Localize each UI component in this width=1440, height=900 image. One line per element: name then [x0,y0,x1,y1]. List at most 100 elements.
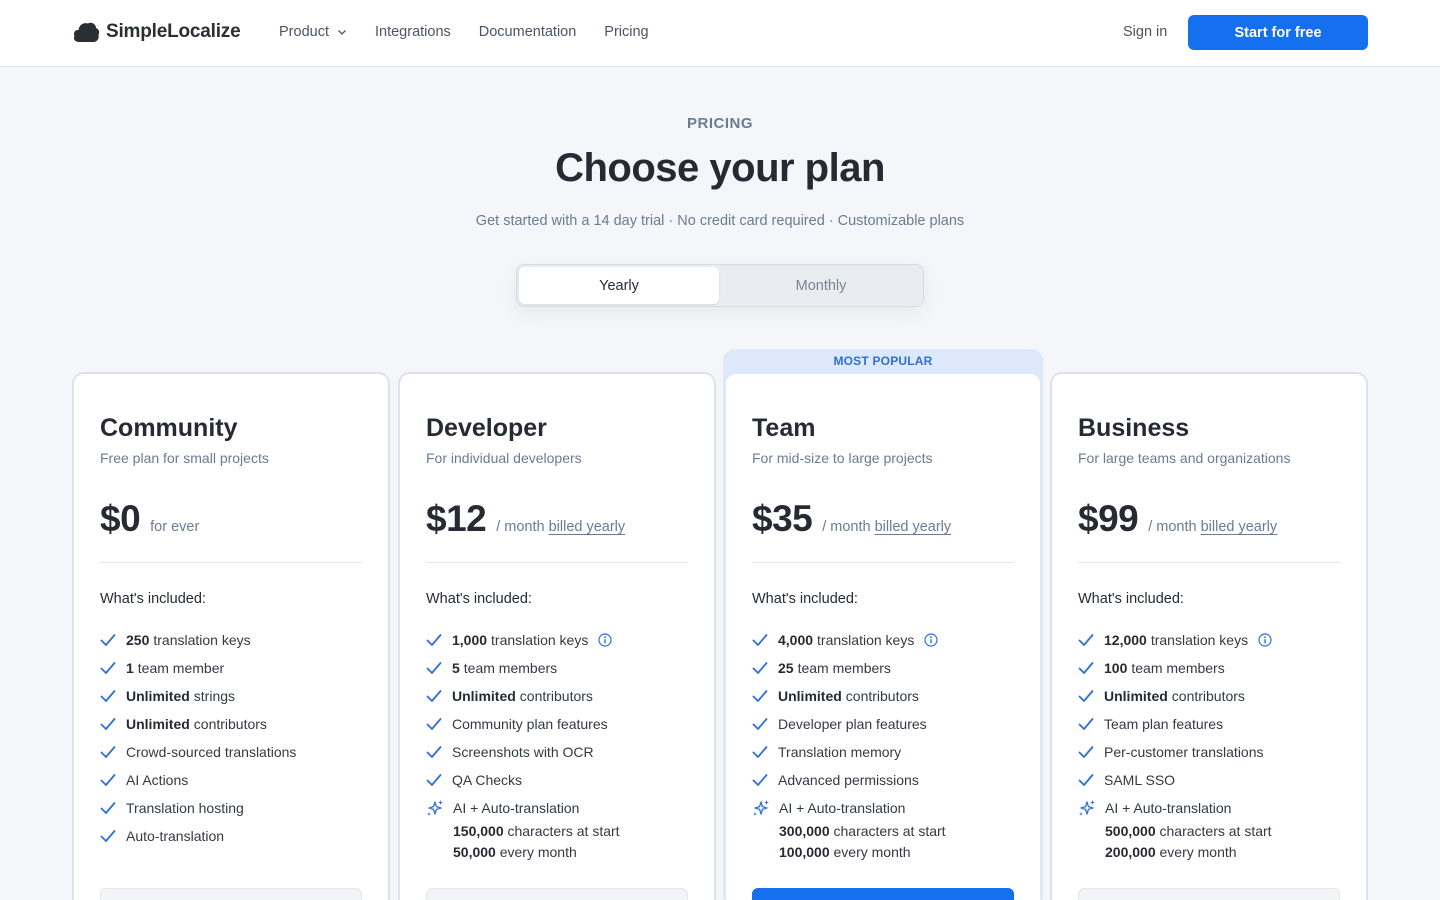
plan-name: Business [1078,414,1190,442]
plan-name: Developer [426,414,547,442]
feature-text: translation keys [817,632,915,648]
sign-in-link[interactable]: Sign in [1123,24,1167,40]
plan-card-developer: Developer For individual developers $12 / m… [398,372,716,900]
billed-yearly-link[interactable]: billed yearly [549,519,626,535]
nav-pricing[interactable]: Pricing [604,24,648,40]
ai-feature-line: AI + Auto-translation [426,795,620,821]
feature-highlight: Unlimited [126,688,190,704]
ai-start-characters: 500,000 characters at start [1105,821,1272,842]
feature-text: Screenshots with OCR [452,744,594,760]
feature-highlight: 5 [452,660,460,676]
feature-text: Auto-translation [126,828,225,844]
info-icon[interactable] [598,633,612,647]
check-icon [752,634,768,646]
ai-start-text: characters at start [507,823,620,839]
billed-yearly-link[interactable]: billed yearly [875,519,952,535]
plan-cta-button-developer[interactable] [426,888,688,900]
feature-item: 5 team members [426,654,612,682]
sparkles-icon [753,800,769,816]
check-icon [100,746,116,758]
top-navbar: SimpleLocalize Product Integrations Docu… [0,0,1440,67]
feature-text: strings [193,688,236,704]
check-icon [426,746,442,758]
divider [752,562,1014,563]
check-icon [1078,746,1094,758]
ai-monthly-amount: 200,000 [1105,844,1156,860]
brand-name: SimpleLocalize [106,21,241,42]
feature-text: team members [1131,660,1225,676]
info-icon[interactable] [1258,633,1272,647]
divider [426,562,688,563]
ai-start-characters: 300,000 characters at start [779,821,946,842]
plan-card-team: Team For mid-size to large projects $35 / m… [724,372,1042,900]
ai-monthly-text: every month [499,844,577,860]
section-eyebrow: PRICING [686,115,753,132]
toggle-monthly[interactable]: Monthly [721,267,921,304]
plan-price: $12 [426,498,487,539]
brand-logo[interactable]: SimpleLocalize [72,20,241,44]
feature-text: Team plan features [1104,716,1224,732]
feature-item: Team plan features [1078,710,1272,738]
plan-card-community: Community Free plan for small projects $0 f… [72,372,390,900]
ai-start-amount: 150,000 [453,823,504,839]
feature-item: Advanced permissions [752,766,938,794]
ai-feature-line: AI + Auto-translation [1078,795,1272,821]
price-row: $99 / month billed yearly [1078,498,1277,540]
check-icon [752,774,768,786]
feature-highlight: Unlimited [778,688,842,704]
feature-list: 4,000 translation keys 25 team members Unlim… [752,626,938,794]
check-icon [100,690,116,702]
feature-highlight: 12,000 [1104,632,1147,648]
feature-item: QA Checks [426,766,612,794]
billed-yearly-link[interactable]: billed yearly [1201,519,1278,535]
feature-highlight: 100 [1104,660,1128,676]
feature-text: Advanced permissions [778,772,919,788]
ai-start-text: characters at start [833,823,946,839]
plan-description: For large teams and organizations [1078,450,1291,466]
nav-integrations[interactable]: Integrations [375,24,451,40]
check-icon [752,718,768,730]
feature-text: team members [463,660,558,676]
plan-cta-button-business[interactable] [1078,888,1340,900]
feature-text: AI Actions [126,772,189,788]
whats-included-label: What's included: [1078,591,1184,607]
feature-text: Per-customer translations [1104,744,1264,760]
nav-product[interactable]: Product [279,24,347,40]
feature-item: AI Actions [100,766,296,794]
check-icon [426,662,442,674]
feature-text: translation keys [153,632,251,648]
feature-text: QA Checks [452,772,523,788]
feature-highlight: 1 [126,660,134,676]
feature-item: Unlimited contributors [1078,682,1272,710]
toggle-yearly[interactable]: Yearly [519,267,719,304]
info-icon[interactable] [924,633,938,647]
sparkles-icon [427,800,443,816]
sparkles-icon [1079,800,1095,816]
feature-item: 4,000 translation keys [752,626,938,654]
check-icon [100,802,116,814]
plan-price: $35 [752,498,813,539]
ai-auto-translation: AI + Auto-translation 500,000 characters … [1078,795,1272,863]
feature-highlight: Unlimited [452,688,516,704]
main-nav: Product Integrations Documentation Prici… [279,24,677,40]
page-title: Choose your plan [555,146,885,190]
plan-cta-button-team[interactable] [752,888,1014,900]
feature-item: 25 team members [752,654,938,682]
divider [100,562,362,563]
ai-start-characters: 150,000 characters at start [453,821,620,842]
start-for-free-button[interactable]: Start for free [1188,15,1368,50]
ai-auto-translation: AI + Auto-translation 300,000 characters … [752,795,946,863]
check-icon [100,774,116,786]
plan-price: $0 [100,498,141,539]
ai-auto-translation: AI + Auto-translation 150,000 characters … [426,795,620,863]
feature-text: Community plan features [452,716,608,732]
feature-highlight: 4,000 [778,632,814,648]
nav-documentation[interactable]: Documentation [479,24,577,40]
plan-cta-button-community[interactable] [100,888,362,900]
plan-description: For individual developers [426,450,582,466]
price-row: $0 for ever [100,498,199,540]
feature-text: contributors [845,688,919,704]
feature-text: contributors [193,716,267,732]
ai-monthly-characters: 50,000 every month [453,842,620,863]
feature-item: Per-customer translations [1078,738,1272,766]
